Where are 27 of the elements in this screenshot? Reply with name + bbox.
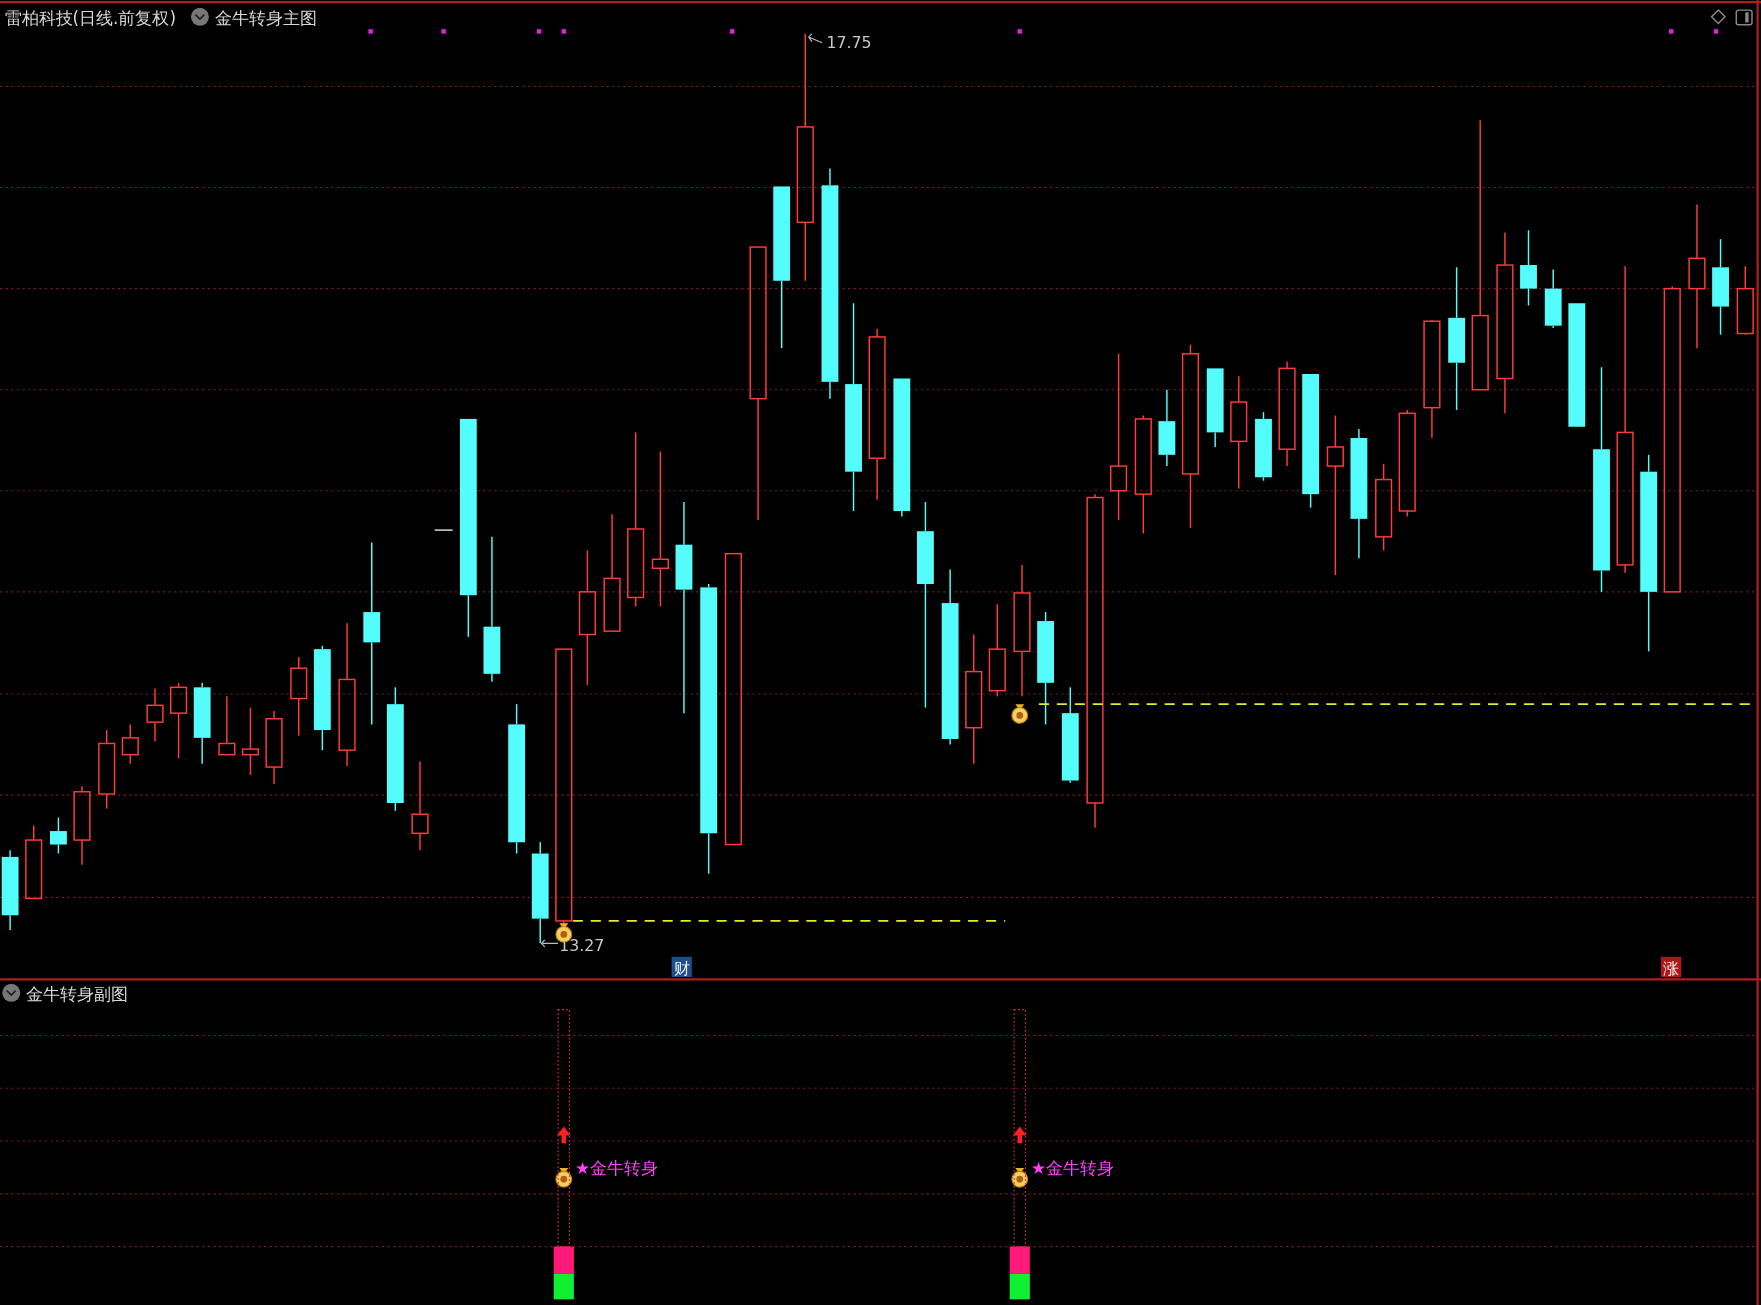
candlestick xyxy=(50,816,67,855)
money-bag-icon xyxy=(1011,1168,1029,1188)
dash-mark xyxy=(433,529,454,531)
signal-label: ★金牛转身 xyxy=(1031,1157,1115,1178)
up-arrow-icon xyxy=(1013,1126,1027,1144)
candlestick xyxy=(1255,411,1272,482)
panel-toggle-icon[interactable] xyxy=(1735,9,1753,26)
dropdown-icon[interactable] xyxy=(190,7,209,26)
marker-badge: 涨 xyxy=(1661,956,1682,978)
money-bag-icon xyxy=(555,1168,573,1188)
candlestick xyxy=(1736,265,1754,336)
candlestick xyxy=(146,687,164,742)
stock-title: 雷柏科技(日线.前复权) xyxy=(4,7,176,28)
candlestick xyxy=(241,706,260,776)
candlestick xyxy=(218,695,236,756)
money-bag-icon xyxy=(1011,704,1029,724)
sub-chart-title: 金牛转身副图 xyxy=(25,983,128,1004)
pointer-arrow-icon xyxy=(540,939,559,948)
candlestick xyxy=(121,723,139,765)
candlestick xyxy=(1544,268,1562,329)
signal-label: ★金牛转身 xyxy=(575,1157,659,1178)
diamond-icon[interactable] xyxy=(1710,9,1727,25)
dropdown-icon[interactable] xyxy=(2,983,21,1002)
pointer-arrow-icon xyxy=(808,33,823,44)
up-arrow-icon xyxy=(557,1126,571,1144)
high-price-label: 17.75 xyxy=(826,33,872,53)
indicator-name: 金牛转身主图 xyxy=(214,7,317,28)
